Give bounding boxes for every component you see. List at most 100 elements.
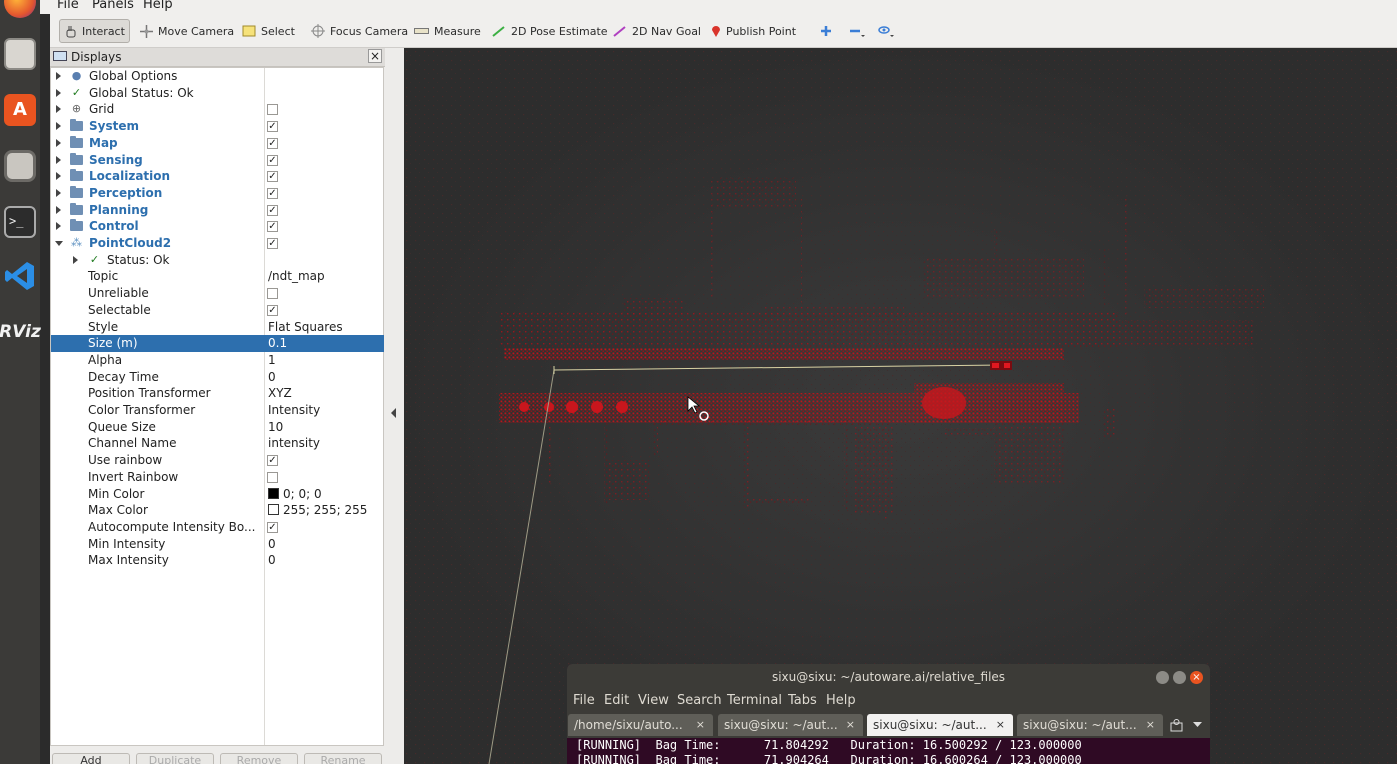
style-value[interactable]: Flat Squares: [268, 320, 343, 334]
terminal-menu-file[interactable]: File: [573, 693, 595, 708]
property-unreliable[interactable]: Unreliable: [51, 285, 384, 302]
nav-goal-tool-button[interactable]: 2D Nav Goal: [609, 19, 705, 43]
tree-row-global-status[interactable]: ✓ Global Status: Ok: [51, 85, 384, 102]
channel-name-value[interactable]: intensity: [268, 436, 320, 450]
expand-arrow-icon[interactable]: [56, 205, 61, 214]
terminal-tab[interactable]: sixu@sixu: ~/aut... ×: [718, 714, 863, 736]
property-channel-name[interactable]: Channel Name intensity: [51, 435, 384, 452]
property-style[interactable]: Style Flat Squares: [51, 319, 384, 336]
expand-arrow-icon[interactable]: [56, 138, 61, 147]
property-decay-time[interactable]: Decay Time 0: [51, 369, 384, 386]
expand-arrow-icon[interactable]: [56, 222, 61, 231]
expand-arrow-icon[interactable]: [56, 88, 61, 97]
tree-row-perception[interactable]: Perception ✓: [51, 185, 384, 202]
property-autocompute-intensity[interactable]: Autocompute Intensity Bo... ✓: [51, 519, 384, 536]
measure-tool-button[interactable]: Measure: [410, 19, 485, 43]
localization-enabled-checkbox[interactable]: ✓: [267, 171, 278, 183]
move-camera-tool-button[interactable]: Move Camera: [136, 19, 238, 43]
use-rainbow-checkbox[interactable]: ✓: [267, 455, 278, 467]
panel-splitter[interactable]: [385, 48, 404, 764]
max-intensity-value[interactable]: 0: [268, 553, 276, 567]
property-min-color[interactable]: Min Color 0; 0; 0: [51, 486, 384, 503]
property-queue-size[interactable]: Queue Size 10: [51, 419, 384, 436]
property-min-intensity[interactable]: Min Intensity 0: [51, 536, 384, 553]
interact-tool-button[interactable]: Interact: [59, 19, 130, 43]
tree-row-map[interactable]: Map ✓: [51, 135, 384, 152]
tree-row-sensing[interactable]: Sensing ✓: [51, 152, 384, 169]
control-enabled-checkbox[interactable]: ✓: [267, 221, 278, 233]
terminal-icon[interactable]: >_: [2, 204, 38, 240]
unreliable-checkbox[interactable]: [267, 288, 278, 300]
camera-icon[interactable]: [2, 148, 38, 184]
vscode-icon[interactable]: [2, 258, 38, 294]
tool-properties-button[interactable]: [874, 19, 898, 43]
map-enabled-checkbox[interactable]: ✓: [267, 137, 278, 149]
terminal-tab[interactable]: sixu@sixu: ~/aut... ×: [1017, 714, 1163, 736]
pointcloud2-enabled-checkbox[interactable]: ✓: [267, 238, 278, 249]
topic-value[interactable]: /ndt_map: [268, 269, 325, 283]
min-color-value[interactable]: 0; 0; 0: [268, 487, 322, 501]
tree-row-localization[interactable]: Localization ✓: [51, 168, 384, 185]
system-enabled-checkbox[interactable]: ✓: [267, 121, 278, 133]
render-viewport[interactable]: [404, 48, 1397, 764]
terminal-titlebar[interactable]: sixu@sixu: ~/autoware.ai/relative_files …: [567, 664, 1210, 690]
tree-row-system[interactable]: System ✓: [51, 118, 384, 135]
expand-arrow-icon[interactable]: [56, 172, 61, 181]
selectable-checkbox[interactable]: ✓: [267, 304, 278, 316]
max-color-value[interactable]: 255; 255; 255: [268, 503, 367, 517]
terminal-menu-edit[interactable]: Edit: [604, 693, 629, 708]
sensing-enabled-checkbox[interactable]: ✓: [267, 154, 278, 166]
minimize-icon[interactable]: [1156, 671, 1169, 684]
duplicate-display-button[interactable]: Duplicate: [136, 753, 214, 764]
color-transformer-value[interactable]: Intensity: [268, 403, 320, 417]
terminal-menu-tabs[interactable]: Tabs: [788, 693, 817, 708]
focus-camera-tool-button[interactable]: Focus Camera: [307, 19, 412, 43]
terminal-menu-search[interactable]: Search: [677, 693, 722, 708]
terminal-tab-active[interactable]: sixu@sixu: ~/aut... ×: [867, 714, 1013, 736]
tab-close-icon[interactable]: ×: [846, 714, 855, 736]
rename-display-button[interactable]: Rename: [304, 753, 382, 764]
property-size[interactable]: Size (m) 0.1: [51, 335, 384, 352]
close-icon[interactable]: ×: [368, 49, 382, 63]
property-use-rainbow[interactable]: Use rainbow ✓: [51, 452, 384, 469]
expand-arrow-icon[interactable]: [56, 72, 61, 80]
remove-tool-button[interactable]: [845, 19, 869, 43]
alpha-value[interactable]: 1: [268, 353, 276, 367]
position-transformer-value[interactable]: XYZ: [268, 386, 292, 400]
maximize-icon[interactable]: [1173, 671, 1186, 684]
expand-arrow-icon[interactable]: [56, 155, 61, 164]
perception-enabled-checkbox[interactable]: ✓: [267, 187, 278, 199]
close-window-icon[interactable]: ×: [1190, 671, 1203, 684]
software-center-icon[interactable]: A: [2, 92, 38, 128]
queue-size-value[interactable]: 10: [268, 420, 283, 434]
property-color-transformer[interactable]: Color Transformer Intensity: [51, 402, 384, 419]
tree-row-control[interactable]: Control ✓: [51, 218, 384, 235]
tree-row-grid[interactable]: ⊕ Grid: [51, 101, 384, 118]
tab-close-icon[interactable]: ×: [1146, 714, 1155, 736]
menu-help[interactable]: Help: [143, 0, 173, 12]
tree-row-planning[interactable]: Planning ✓: [51, 202, 384, 219]
pose-estimate-tool-button[interactable]: 2D Pose Estimate: [488, 19, 612, 43]
terminal-menu-help[interactable]: Help: [826, 693, 856, 708]
grid-enabled-checkbox[interactable]: [267, 104, 278, 116]
expand-arrow-icon[interactable]: [56, 122, 61, 131]
autocompute-intensity-checkbox[interactable]: ✓: [267, 521, 278, 533]
property-max-intensity[interactable]: Max Intensity 0: [51, 552, 384, 569]
property-topic[interactable]: Topic /ndt_map: [51, 268, 384, 285]
menu-file[interactable]: File: [57, 0, 79, 12]
tab-close-icon[interactable]: ×: [696, 714, 705, 736]
tree-row-pointcloud-status[interactable]: ✓ Status: Ok: [51, 252, 384, 269]
tab-close-icon[interactable]: ×: [996, 714, 1005, 736]
files-icon[interactable]: [2, 36, 38, 72]
new-tab-icon[interactable]: [1169, 718, 1185, 732]
property-invert-rainbow[interactable]: Invert Rainbow: [51, 469, 384, 486]
tabs-menu-chevron-icon[interactable]: [1193, 722, 1202, 728]
property-position-transformer[interactable]: Position Transformer XYZ: [51, 385, 384, 402]
size-value[interactable]: 0.1: [268, 336, 287, 350]
min-intensity-value[interactable]: 0: [268, 537, 276, 551]
menu-panels[interactable]: Panels: [92, 0, 134, 12]
firefox-icon[interactable]: [2, 0, 38, 20]
property-alpha[interactable]: Alpha 1: [51, 352, 384, 369]
select-tool-button[interactable]: Select: [238, 19, 299, 43]
terminal-window[interactable]: sixu@sixu: ~/autoware.ai/relative_files …: [567, 664, 1210, 764]
